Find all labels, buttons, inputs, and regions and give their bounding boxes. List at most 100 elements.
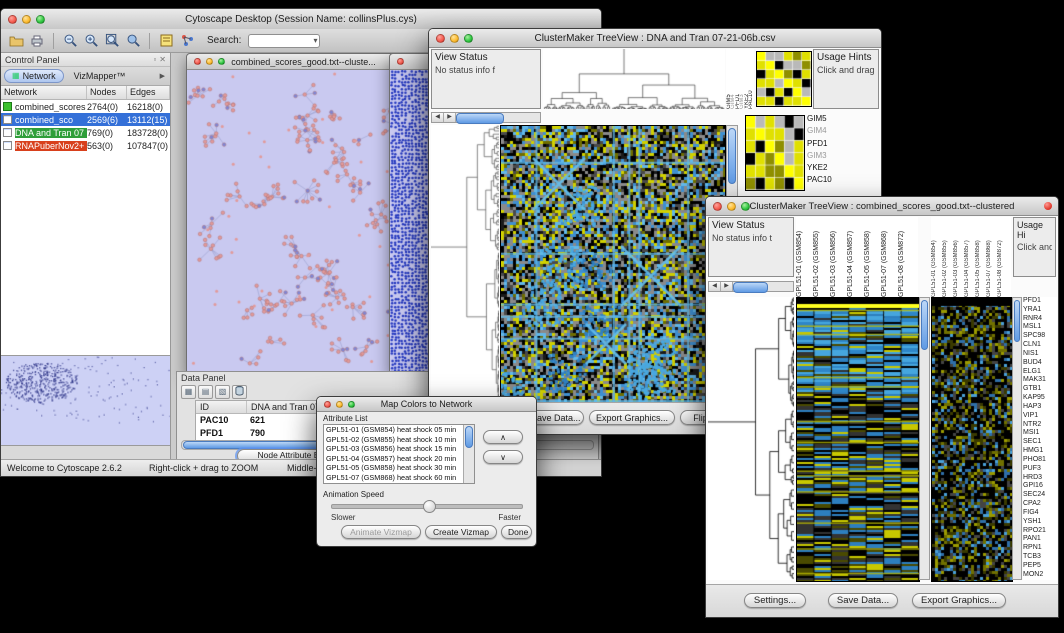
column-label[interactable]: GPL51-03 (GSM856) <box>953 217 964 297</box>
move-down-button[interactable]: ∨ <box>483 450 523 464</box>
tab-vizmapper[interactable]: VizMapper™ <box>67 70 133 82</box>
gene-label[interactable]: CLN1 <box>1023 341 1057 350</box>
vertical-scrollbar[interactable] <box>1012 297 1022 580</box>
gene-label[interactable]: HAP3 <box>1023 403 1057 412</box>
gene-label[interactable]: MON2 <box>1023 571 1057 580</box>
network-list-row[interactable]: RNAPuberNov2+563(0)107847(0) <box>1 139 170 152</box>
gene-label[interactable]: YSH1 <box>1023 518 1057 527</box>
gene-label[interactable]: GIM4 <box>807 125 853 137</box>
column-label[interactable]: PAC10 <box>748 49 752 109</box>
zoom-icon[interactable] <box>348 401 355 408</box>
gene-label[interactable]: KAP95 <box>1023 394 1057 403</box>
column-label[interactable]: GIM3 <box>739 49 743 109</box>
title-bar[interactable]: ClusterMaker TreeView : DNA and Tran 07-… <box>429 29 881 48</box>
attribute-list-item[interactable]: GPL51-02 (GSM855) heat shock 10 min <box>324 435 464 445</box>
slider-thumb[interactable] <box>423 500 436 513</box>
annotation-icon[interactable] <box>157 32 175 50</box>
close-icon[interactable] <box>8 15 17 24</box>
gene-label[interactable]: RNR4 <box>1023 315 1057 324</box>
column-label[interactable]: GPL51-01 (GSM854) <box>796 217 813 297</box>
zoom-icon[interactable] <box>218 58 225 65</box>
column-header-nodes[interactable]: Nodes <box>87 86 127 99</box>
column-label[interactable]: GPL51-04 (GSM857) <box>847 217 864 297</box>
gene-label[interactable]: MAK31 <box>1023 376 1057 385</box>
row-dendrogram-canvas[interactable] <box>431 125 499 401</box>
column-labels[interactable]: GIM5GIM4PFD1GIM3YKE2PAC10 <box>726 49 754 109</box>
gene-label[interactable]: PHO81 <box>1023 456 1057 465</box>
chevron-right-icon[interactable]: ▶ <box>160 72 167 80</box>
scrollbar-thumb[interactable] <box>733 282 768 293</box>
attribute-list-item[interactable]: GPL51-01 (GSM854) heat shock 05 min <box>324 425 464 435</box>
gene-labels[interactable]: PFD1YRA1RNR4MSL1SPC98CLN1NIS1BUD4ELG1MAK… <box>1023 297 1057 580</box>
zoom-out-icon[interactable] <box>61 32 79 50</box>
column-label[interactable]: GPL51-07 (GSM868) <box>986 217 997 297</box>
zoom-icon[interactable] <box>464 34 473 43</box>
scrollbar-thumb[interactable] <box>728 128 736 184</box>
gene-label[interactable]: TCB3 <box>1023 553 1057 562</box>
column-header-network[interactable]: Network <box>1 86 87 99</box>
gene-label[interactable]: GPI16 <box>1023 482 1057 491</box>
close-icon[interactable] <box>397 58 404 65</box>
gene-label[interactable]: SEC1 <box>1023 438 1057 447</box>
close-icon[interactable] <box>194 58 201 65</box>
tab-network[interactable]: ▦ Network <box>4 69 64 83</box>
zoom-in-icon[interactable] <box>82 32 100 50</box>
search-input[interactable]: ▾ <box>248 34 320 48</box>
gene-label[interactable]: ELG1 <box>1023 368 1057 377</box>
gene-label[interactable]: RPO21 <box>1023 527 1057 536</box>
attribute-list-item[interactable]: GPL51-04 (GSM857) heat shock 20 min <box>324 454 464 464</box>
zoom-icon[interactable] <box>36 15 45 24</box>
horizontal-scrollbar[interactable]: ◀ ▶ <box>431 112 541 123</box>
scrollbar-thumb[interactable] <box>465 426 473 448</box>
gene-label[interactable]: GIM5 <box>807 113 853 125</box>
row-dendrogram-canvas[interactable] <box>708 297 794 580</box>
export-graphics-button[interactable]: Export Graphics... <box>589 410 675 425</box>
scroll-right-icon[interactable]: ▶ <box>444 113 456 122</box>
gene-label[interactable]: PAC10 <box>807 174 853 186</box>
network-edit-icon[interactable] <box>178 32 196 50</box>
title-bar[interactable]: Cytoscape Desktop (Session Name: collins… <box>1 9 601 30</box>
gene-label[interactable]: YKE2 <box>807 162 853 174</box>
vertical-scrollbar[interactable] <box>919 297 930 580</box>
scroll-left-icon[interactable]: ◀ <box>432 113 444 122</box>
gene-label[interactable]: HMG1 <box>1023 447 1057 456</box>
attribute-list-item[interactable]: GPL51-03 (GSM856) heat shock 15 min <box>324 444 464 454</box>
title-bar[interactable]: ClusterMaker TreeView : combined_scores_… <box>706 197 1058 216</box>
scrollbar-thumb[interactable] <box>921 300 928 350</box>
table-select-icon[interactable]: ▧ <box>215 385 230 399</box>
gene-label[interactable]: VIP1 <box>1023 412 1057 421</box>
heatmap-secondary-canvas[interactable] <box>931 297 1013 582</box>
close-icon[interactable] <box>713 202 722 211</box>
column-label[interactable]: GPL51-02 (GSM855) <box>813 217 830 297</box>
network-view-canvas[interactable] <box>187 70 418 373</box>
horizontal-scrollbar[interactable]: ◀ ▶ <box>708 281 794 292</box>
gene-label[interactable]: YRA1 <box>1023 306 1057 315</box>
create-vizmap-button[interactable]: Create Vizmap <box>425 525 497 539</box>
gene-label[interactable]: FIG4 <box>1023 509 1057 518</box>
gene-label[interactable]: GIM3 <box>807 150 853 162</box>
column-header-edges[interactable]: Edges <box>127 86 170 99</box>
vertical-scrollbar[interactable] <box>463 425 474 483</box>
column-label[interactable]: GPL51-07 (GSM868) <box>881 217 898 297</box>
heatmap-canvas[interactable] <box>500 125 726 403</box>
gene-label[interactable]: PAN1 <box>1023 535 1057 544</box>
gene-label[interactable]: PEP5 <box>1023 562 1057 571</box>
attribute-list-item[interactable]: GPL51-07 (GSM868) heat shock 60 min <box>324 473 464 483</box>
export-graphics-button[interactable]: Export Graphics... <box>912 593 1006 608</box>
column-label[interactable]: GPL51-05 (GSM858) <box>864 217 881 297</box>
column-label[interactable]: GPL51-08 (GSM872) <box>898 217 915 297</box>
column-labels[interactable]: GPL51-01 (GSM854)GPL51-02 (GSM855) GPL51-… <box>796 217 918 297</box>
minimize-icon[interactable] <box>22 15 31 24</box>
gene-label[interactable]: HRD3 <box>1023 474 1057 483</box>
gene-label[interactable]: MSL1 <box>1023 323 1057 332</box>
scrollbar-thumb[interactable] <box>1014 300 1020 342</box>
gene-label[interactable]: PFD1 <box>807 138 853 150</box>
close-icon[interactable] <box>324 401 331 408</box>
column-label[interactable]: GPL51-04 (GSM857) <box>964 217 975 297</box>
column-label[interactable]: GPL51-08 (GSM872) <box>997 217 1008 297</box>
title-bar[interactable]: combined_scores_good.txt--cluste... <box>187 54 420 70</box>
zoom-selected-icon[interactable] <box>124 32 142 50</box>
close-icon[interactable]: ✕ <box>159 55 166 64</box>
save-data-button[interactable]: Save Data... <box>828 593 898 608</box>
open-folder-icon[interactable] <box>7 32 25 50</box>
